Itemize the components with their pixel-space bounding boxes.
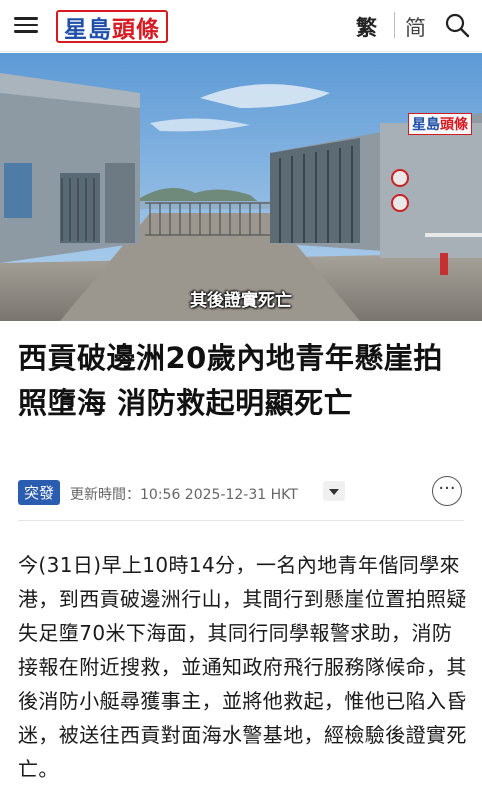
photo-watermark: 星島 頭條 bbox=[408, 113, 472, 135]
logo-text-part1: 星島 bbox=[64, 15, 112, 43]
menu-button[interactable] bbox=[14, 13, 42, 39]
logo-text-part2: 頭條 bbox=[112, 15, 160, 43]
site-logo[interactable]: 星島 頭條 bbox=[56, 10, 168, 43]
article-headline: 西貢破邊洲20歲內地青年懸崖拍照墮海 消防救起明顯死亡 bbox=[18, 341, 443, 420]
photo-caption: 其後證實死亡 bbox=[190, 291, 292, 311]
watermark-part1: 星島 bbox=[412, 117, 440, 133]
article-body: 今(31日)早上10時14分，一名內地青年偕同學來港，到西貢破邊洲行山，其間行到… bbox=[18, 553, 467, 781]
lang-divider bbox=[394, 12, 395, 38]
menu-icon bbox=[14, 17, 38, 20]
hero-photo bbox=[0, 53, 482, 321]
lang-traditional-button[interactable]: 繁 bbox=[356, 12, 377, 42]
menu-icon-line bbox=[14, 30, 38, 33]
more-icon[interactable]: ··· bbox=[432, 476, 462, 506]
article-meta: 突發 更新時間：10:56 2025-12-31 HKT ··· bbox=[18, 476, 468, 508]
lang-simplified-button[interactable]: 简 bbox=[405, 12, 426, 42]
hero-image[interactable]: 星島 頭條 bbox=[0, 53, 482, 321]
top-bar: 星島 頭條 繁 简 bbox=[0, 0, 482, 52]
watermark-part2: 頭條 bbox=[440, 117, 468, 133]
updated-time: 更新時間：10:56 2025-12-31 HKT bbox=[70, 487, 298, 503]
category-badge[interactable]: 突發 bbox=[18, 480, 61, 505]
search-button[interactable] bbox=[443, 11, 471, 39]
divider bbox=[18, 520, 464, 521]
search-icon bbox=[445, 13, 470, 38]
menu-icon-line bbox=[14, 23, 38, 26]
chevron-down-icon[interactable] bbox=[323, 481, 345, 501]
